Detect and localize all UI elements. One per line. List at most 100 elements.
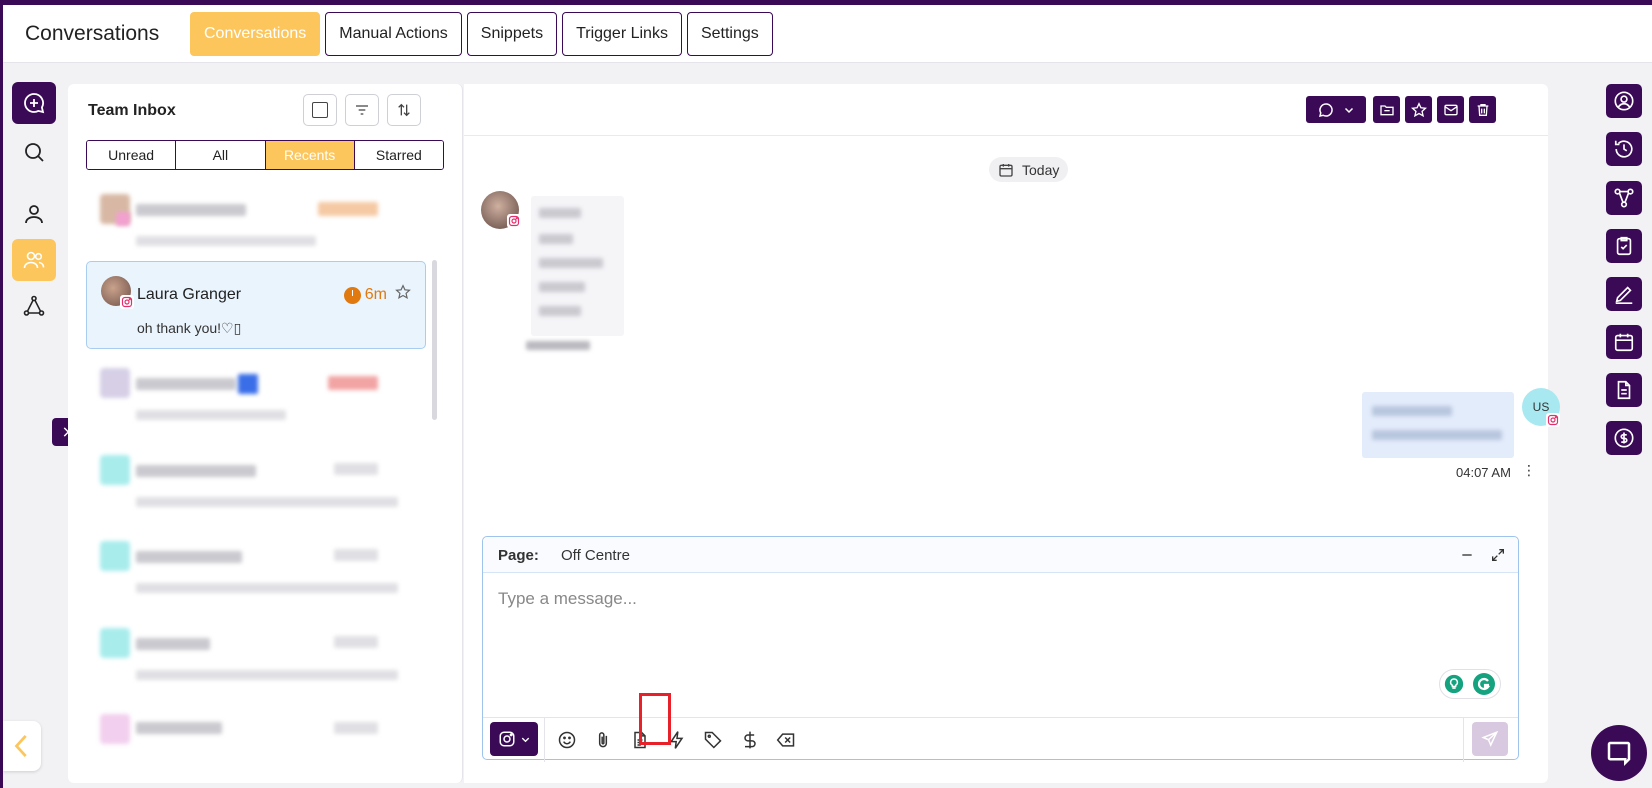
message-time: 04:07 AM — [1456, 465, 1511, 480]
composer-header: Page: Off Centre — [483, 537, 1518, 573]
blurred-time — [318, 202, 378, 216]
top-bar: Conversations Conversations Manual Actio… — [3, 5, 1652, 63]
tag-button[interactable] — [702, 729, 724, 751]
blurred-time — [334, 636, 378, 648]
clear-button[interactable] — [775, 729, 797, 751]
filter-unread[interactable]: Unread — [87, 141, 177, 169]
emoji-button[interactable] — [556, 729, 578, 751]
tab-snippets[interactable]: Snippets — [466, 12, 558, 56]
tasks-button[interactable] — [1606, 229, 1642, 263]
send-icon — [1481, 730, 1499, 747]
filter-lines-icon — [356, 105, 368, 115]
tab-trigger-links[interactable]: Trigger Links — [562, 12, 682, 56]
star-conversation-button[interactable] — [1405, 96, 1432, 123]
instagram-badge-icon — [116, 212, 130, 226]
tab-conversations[interactable]: Conversations — [190, 12, 321, 56]
message-input[interactable]: Type a message... — [498, 589, 637, 609]
documents-button[interactable] — [1606, 373, 1642, 407]
tab-manual-actions[interactable]: Manual Actions — [325, 12, 462, 56]
chevron-down-icon — [1344, 107, 1354, 113]
message-options-button[interactable]: ⋮ — [1522, 462, 1536, 479]
star-button[interactable] — [395, 284, 411, 305]
expand-icon — [1492, 549, 1504, 561]
folder-icon — [1379, 104, 1394, 115]
payments-button[interactable] — [1606, 421, 1642, 455]
sort-button[interactable] — [387, 94, 421, 126]
grammarly-icon — [1473, 673, 1495, 695]
blurred-timestamp — [526, 341, 590, 350]
inbox-scrollbar[interactable] — [432, 260, 437, 420]
back-button[interactable] — [3, 721, 41, 771]
filter-starred[interactable]: Starred — [354, 141, 443, 169]
grammarly-widget[interactable] — [1439, 669, 1501, 699]
dollar-circle-icon — [1614, 428, 1634, 448]
filter-button[interactable] — [345, 94, 379, 126]
filter-recents[interactable]: Recents — [265, 141, 355, 169]
instagram-icon — [499, 731, 514, 747]
workflows-button[interactable] — [12, 285, 56, 327]
list-item[interactable] — [86, 180, 426, 268]
instagram-badge-icon — [1546, 413, 1560, 427]
list-item[interactable] — [86, 354, 426, 442]
blurred-preview — [136, 497, 398, 507]
assign-dropdown-button[interactable] — [1306, 96, 1366, 123]
minimize-button[interactable] — [1459, 547, 1475, 568]
list-item[interactable] — [86, 527, 426, 615]
delete-conversation-button[interactable] — [1469, 96, 1496, 123]
avatar — [100, 368, 130, 398]
inbox-filter-tabs: Unread All Recents Starred — [86, 140, 444, 170]
tab-settings[interactable]: Settings — [686, 12, 773, 56]
page-selector[interactable]: Off Centre — [561, 547, 630, 564]
blurred-time — [334, 463, 378, 475]
mark-unread-button[interactable] — [1437, 96, 1464, 123]
contacts-button[interactable] — [12, 193, 56, 235]
blurred-preview — [136, 583, 398, 593]
team-inbox-button[interactable] — [12, 239, 56, 281]
send-button[interactable] — [1472, 722, 1508, 756]
blurred-name — [136, 551, 242, 563]
file-text-icon — [1617, 380, 1631, 400]
calendar-icon — [1614, 333, 1634, 352]
appointments-button[interactable] — [1606, 325, 1642, 359]
highlight-box — [639, 693, 671, 745]
message-composer: Page: Off Centre Type a message... — [482, 536, 1519, 762]
move-to-folder-button[interactable] — [1373, 96, 1400, 123]
list-item[interactable] — [86, 441, 426, 529]
incoming-message-bubble — [531, 196, 624, 336]
paperclip-icon — [598, 732, 608, 748]
star-icon — [1410, 101, 1427, 117]
outgoing-message-bubble — [1362, 392, 1514, 458]
inbox-title: Team Inbox — [88, 102, 176, 119]
channel-selector[interactable] — [490, 722, 538, 756]
sort-arrows-icon — [398, 103, 410, 117]
expand-button[interactable] — [1490, 547, 1506, 568]
blurred-text — [1372, 430, 1502, 440]
select-all-checkbox[interactable] — [303, 94, 337, 126]
user-icon — [25, 205, 43, 224]
search-icon — [25, 143, 44, 162]
backspace-icon — [776, 733, 795, 747]
list-item[interactable] — [86, 614, 426, 702]
integrations-button[interactable] — [1606, 181, 1642, 215]
date-divider-label: Today — [1022, 161, 1060, 178]
chat-bubble-icon — [1318, 102, 1333, 117]
blurred-name — [136, 722, 222, 734]
history-button[interactable] — [1606, 132, 1642, 166]
attach-button[interactable] — [592, 729, 614, 751]
blurred-preview — [136, 670, 398, 680]
contact-profile-button[interactable] — [1606, 84, 1642, 118]
toolbar-divider — [544, 718, 545, 762]
filter-all[interactable]: All — [176, 141, 266, 169]
support-chat-button[interactable] — [1591, 725, 1647, 781]
new-conversation-button[interactable] — [12, 82, 56, 124]
notes-button[interactable] — [1606, 277, 1642, 311]
payment-button[interactable] — [739, 729, 761, 751]
conversation-laura-granger[interactable]: Laura Granger 6m oh thank you!♡▯ — [86, 261, 426, 349]
list-item[interactable] — [86, 700, 426, 760]
share-nodes-icon — [1614, 188, 1634, 208]
dollar-icon — [744, 731, 756, 749]
user-circle-icon — [1614, 91, 1634, 111]
search-button[interactable] — [12, 131, 56, 173]
toolbar-divider — [1463, 718, 1464, 762]
clock-icon — [343, 286, 361, 304]
